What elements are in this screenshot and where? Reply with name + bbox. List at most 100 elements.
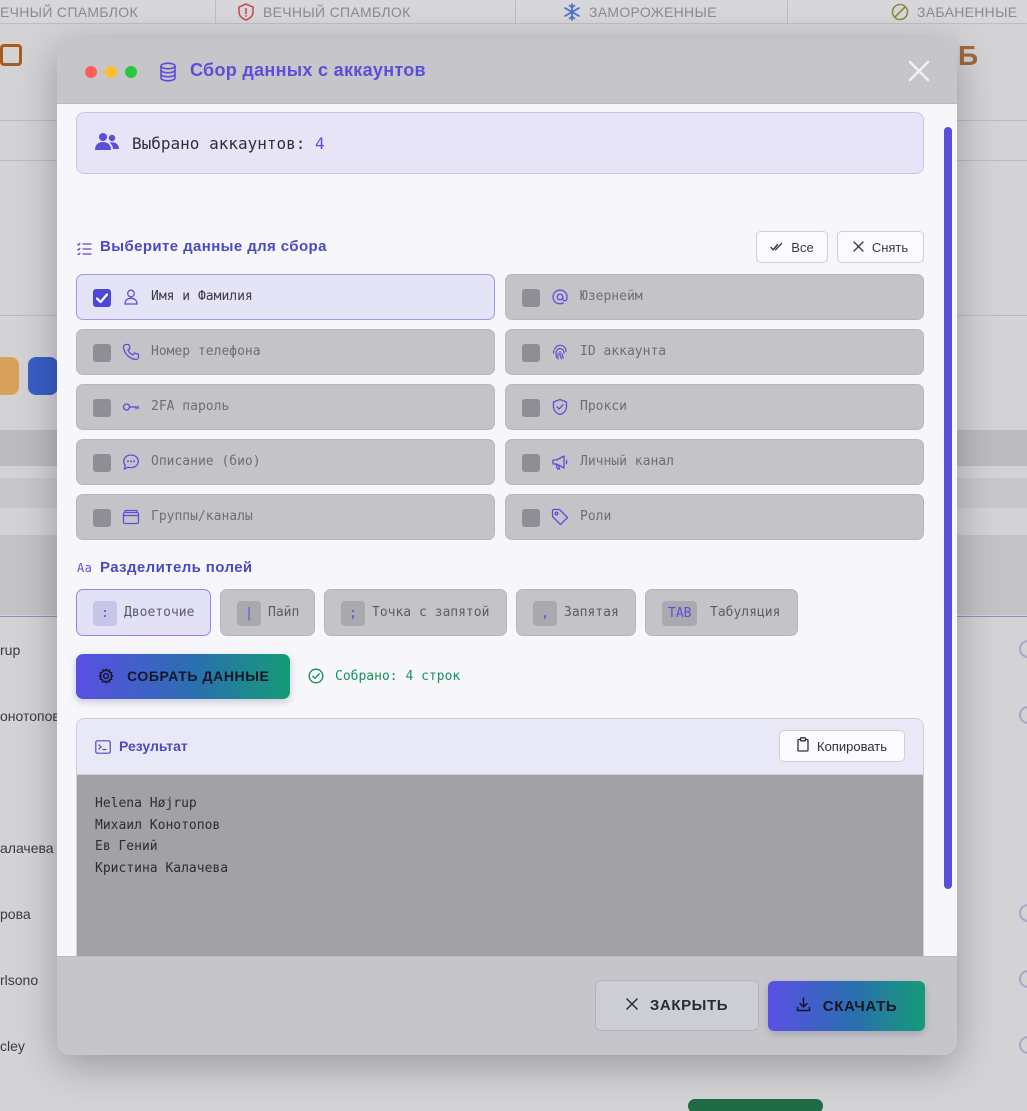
divider <box>787 0 788 24</box>
option-label: Юзернейм <box>580 289 643 304</box>
result-line: Кристина Калачева <box>95 861 229 876</box>
x-icon <box>853 240 864 255</box>
option-personal-channel[interactable]: Личный канал <box>505 439 924 485</box>
bg-tab-eternal-spamblock[interactable]: ВЕЧНЫЙ СПАМБЛОК <box>237 2 411 22</box>
modal-title: Сбор данных с аккаунтов <box>190 60 426 80</box>
selected-accounts-text: Выбрано аккаунтов: 4 <box>132 134 325 153</box>
checkbox-checked[interactable] <box>93 289 111 307</box>
separator-symbol: | <box>237 601 261 626</box>
window-close-dot[interactable] <box>85 66 97 78</box>
download-button[interactable]: СКАЧАТЬ <box>768 981 925 1031</box>
background-tabbar: ЕЧНЫЙ СПАМБЛОК ВЕЧНЫЙ СПАМБЛОК ЗАМОРОЖЕН… <box>0 0 1027 24</box>
x-icon <box>626 997 638 1014</box>
bg-status-badge <box>688 1099 823 1111</box>
divider <box>515 0 516 24</box>
window-maximize-dot[interactable] <box>125 66 137 78</box>
clear-selection-button[interactable]: Снять <box>837 231 924 263</box>
bg-tab-spamblock[interactable]: ЕЧНЫЙ СПАМБЛОК <box>0 2 138 22</box>
clear-selection-label: Снять <box>871 239 909 255</box>
option-phone[interactable]: Номер телефона <box>76 329 495 375</box>
bg-row-name: cley <box>0 1038 25 1054</box>
scrollbar-thumb[interactable] <box>944 127 952 889</box>
separator-tab-button[interactable]: TAB Табуляция <box>645 589 798 636</box>
option-2fa-password[interactable]: 2FA пароль <box>76 384 495 430</box>
double-check-icon <box>770 240 783 255</box>
shield-icon <box>551 398 569 416</box>
bg-tab-frozen[interactable]: ЗАМОРОЖЕННЫЕ <box>563 2 717 22</box>
result-header: Результат Копировать <box>77 719 923 775</box>
logo-icon <box>0 44 22 66</box>
separator-semicolon-button[interactable]: ; Точка с запятой <box>324 589 507 636</box>
alert-shield-icon <box>237 3 255 21</box>
window-minimize-dot[interactable] <box>105 66 117 78</box>
separator-section-title: Разделитель полей <box>100 559 253 576</box>
bg-action-icon[interactable] <box>1019 970 1027 988</box>
option-groups-channels[interactable]: Группы/каналы <box>76 494 495 540</box>
separator-pipe-button[interactable]: | Пайп <box>220 589 315 636</box>
folder-icon <box>122 508 140 526</box>
bg-action-icon[interactable] <box>1019 640 1027 658</box>
close-button[interactable]: ЗАКРЫТЬ <box>595 980 759 1031</box>
checkbox[interactable] <box>522 509 540 527</box>
option-bio[interactable]: Описание (био) <box>76 439 495 485</box>
option-account-id[interactable]: ID аккаунта <box>505 329 924 375</box>
selected-accounts-count: 4 <box>315 134 325 153</box>
checkbox[interactable] <box>93 454 111 472</box>
option-label: Имя и Фамилия <box>151 289 253 304</box>
scroll-down-arrow[interactable] <box>943 948 953 956</box>
result-panel: Результат Копировать Helena Højrup Михаи… <box>76 718 924 956</box>
bg-row-name: rup <box>0 642 21 658</box>
option-label: Роли <box>580 509 612 524</box>
bg-action-icon[interactable] <box>1019 706 1027 724</box>
ban-icon <box>891 3 909 21</box>
option-label: Номер телефона <box>151 344 261 359</box>
chat-icon <box>122 453 140 471</box>
key-icon <box>122 398 140 416</box>
close-icon[interactable] <box>907 59 931 83</box>
result-textarea[interactable]: Helena Højrup Михаил Конотопов Ев Гений … <box>77 775 923 956</box>
checkbox[interactable] <box>93 399 111 417</box>
snowflake-icon <box>563 3 581 21</box>
checkbox[interactable] <box>93 344 111 362</box>
bg-row-name: рова <box>0 906 31 922</box>
separator-label: Табуляция <box>710 605 781 620</box>
collect-data-button[interactable]: СОБРАТЬ ДАННЫЕ <box>76 654 290 699</box>
bg-tab-label: ЗАМОРОЖЕННЫЕ <box>589 4 717 20</box>
bg-button[interactable] <box>28 357 58 395</box>
option-full-name[interactable]: Имя и Фамилия <box>76 274 495 320</box>
bg-tab-banned[interactable]: ЗАБАНЕННЫЕ <box>891 2 1017 22</box>
bg-action-icon[interactable] <box>1019 904 1027 922</box>
copy-button[interactable]: Копировать <box>779 730 905 762</box>
separator-comma-button[interactable]: , Запятая <box>516 589 636 636</box>
option-proxy[interactable]: Прокси <box>505 384 924 430</box>
brand-letter: Б <box>958 40 979 71</box>
user-icon <box>122 288 140 306</box>
result-line: Helena Højrup <box>95 796 197 811</box>
separator-colon-button[interactable]: : Двоеточие <box>76 589 211 636</box>
bg-button[interactable] <box>0 357 19 395</box>
option-label: 2FA пароль <box>151 399 230 414</box>
divider <box>215 0 216 24</box>
tag-icon <box>551 508 569 526</box>
option-roles[interactable]: Роли <box>505 494 924 540</box>
checkbox[interactable] <box>522 289 540 307</box>
select-all-button[interactable]: Все <box>756 231 828 263</box>
checkbox[interactable] <box>522 399 540 417</box>
modal-body[interactable]: Выбрано аккаунтов: 4 Выберите данные для… <box>57 104 957 956</box>
collected-status: Собрано: 4 строк <box>335 669 461 684</box>
option-username[interactable]: Юзернейм <box>505 274 924 320</box>
result-line: Ев Гений <box>95 839 158 854</box>
close-label: ЗАКРЫТЬ <box>649 997 729 1014</box>
separator-symbol: ; <box>341 601 365 626</box>
bg-action-icon[interactable] <box>1019 1036 1027 1054</box>
bg-row-name: алачева <box>0 840 54 856</box>
at-icon <box>551 288 569 306</box>
megaphone-icon <box>551 453 569 471</box>
checkbox[interactable] <box>522 344 540 362</box>
separator-label: Точка с запятой <box>372 605 490 620</box>
checkbox[interactable] <box>93 509 111 527</box>
option-label: Группы/каналы <box>151 509 253 524</box>
download-label: СКАЧАТЬ <box>822 997 898 1015</box>
checkbox[interactable] <box>522 454 540 472</box>
clipboard-icon <box>797 737 809 755</box>
